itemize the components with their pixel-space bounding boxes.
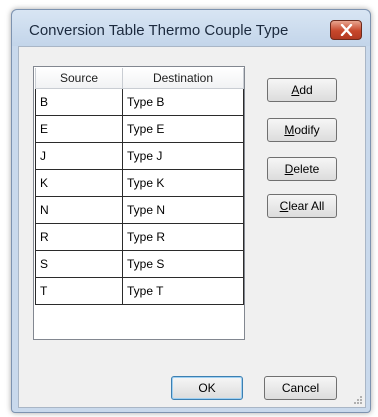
add-label-rest: dd — [299, 83, 313, 97]
modify-label-rest: odify — [294, 123, 320, 137]
table-row[interactable]: R Type R — [35, 222, 244, 251]
table-row[interactable]: B Type B — [35, 87, 244, 116]
delete-mnemonic: D — [284, 162, 294, 176]
conversion-grid: Source Destination B Type B E Type E J Type J… — [35, 68, 244, 305]
destination-cell[interactable]: Type B — [122, 87, 244, 116]
clear-all-label-rest: lear All — [288, 199, 325, 213]
window-title: Conversion Table Thermo Couple Type — [29, 22, 289, 39]
close-icon — [340, 24, 353, 36]
conversion-table: Source Destination B Type B E Type E J Type J… — [33, 66, 245, 340]
clear-all-mnemonic: C — [279, 199, 289, 213]
table-row[interactable]: E Type E — [35, 114, 244, 143]
table-row[interactable]: K Type K — [35, 168, 244, 197]
table-row[interactable]: N Type N — [35, 195, 244, 224]
resize-grip-icon[interactable] — [353, 395, 363, 405]
cancel-button[interactable]: Cancel — [264, 376, 337, 400]
source-cell[interactable]: B — [35, 87, 123, 116]
modify-button[interactable]: Modify — [267, 118, 337, 142]
column-header-destination[interactable]: Destination — [122, 68, 244, 89]
destination-cell[interactable]: Type E — [122, 114, 244, 143]
destination-cell[interactable]: Type S — [122, 249, 244, 278]
destination-cell[interactable]: Type N — [122, 195, 244, 224]
destination-cell[interactable]: Type R — [122, 222, 244, 251]
destination-cell[interactable]: Type J — [122, 141, 244, 170]
source-cell[interactable]: K — [35, 168, 123, 197]
dialog-client-area: Source Destination B Type B E Type E J Type J… — [18, 46, 366, 408]
table-row[interactable]: J Type J — [35, 141, 244, 170]
source-cell[interactable]: N — [35, 195, 123, 224]
close-button[interactable] — [330, 20, 362, 40]
source-cell[interactable]: E — [35, 114, 123, 143]
source-cell[interactable]: R — [35, 222, 123, 251]
add-button[interactable]: Add — [267, 78, 337, 102]
column-header-source[interactable]: Source — [35, 68, 123, 89]
table-row[interactable]: T Type T — [35, 276, 244, 305]
source-cell[interactable]: T — [35, 276, 123, 305]
delete-button[interactable]: Delete — [267, 157, 337, 181]
title-bar[interactable]: Conversion Table Thermo Couple Type — [12, 10, 370, 46]
source-cell[interactable]: J — [35, 141, 123, 170]
modify-mnemonic: M — [284, 123, 295, 137]
table-header-row: Source Destination — [35, 68, 244, 89]
ok-button[interactable]: OK — [171, 376, 243, 400]
clear-all-button[interactable]: Clear All — [267, 194, 337, 218]
destination-cell[interactable]: Type T — [122, 276, 244, 305]
table-row[interactable]: S Type S — [35, 249, 244, 278]
source-cell[interactable]: S — [35, 249, 123, 278]
delete-label-rest: elete — [293, 162, 320, 176]
destination-cell[interactable]: Type K — [122, 168, 244, 197]
dialog-window: Conversion Table Thermo Couple Type Sour… — [11, 9, 371, 413]
